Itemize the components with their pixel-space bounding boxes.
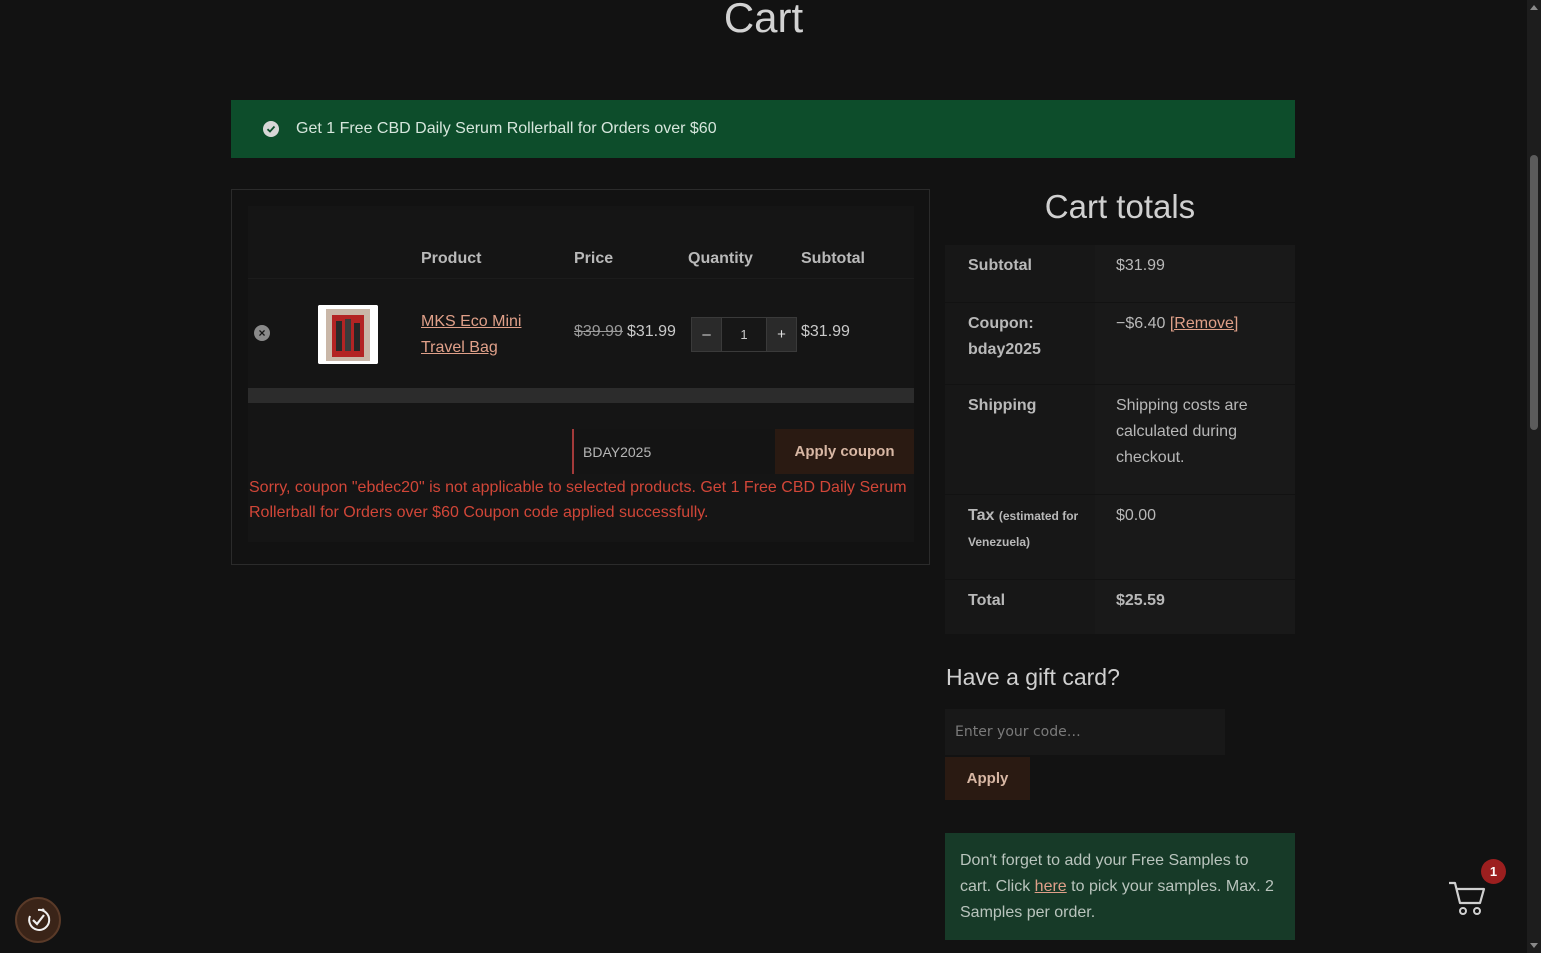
scroll-up-icon[interactable]	[1530, 5, 1538, 10]
total-label: Total	[945, 580, 1095, 634]
remove-coupon-link[interactable]: [Remove]	[1170, 315, 1238, 332]
total-value: $25.59	[1095, 580, 1295, 634]
coupon-discount: −$6.40	[1116, 315, 1166, 332]
subtotal-value: $31.99	[1095, 245, 1295, 302]
page-scrollbar[interactable]	[1527, 0, 1541, 953]
cart-totals-table: Subtotal $31.99 Coupon: bday2025 −$6.40 …	[945, 245, 1295, 635]
header-price: Price	[574, 250, 614, 267]
item-subtotal: $31.99	[801, 323, 850, 340]
scroll-down-icon[interactable]	[1530, 943, 1538, 948]
accessibility-icon[interactable]	[15, 897, 61, 943]
gift-card-input[interactable]	[945, 709, 1225, 755]
quantity-decrease-button[interactable]: –	[691, 317, 722, 352]
tax-value: $0.00	[1095, 495, 1295, 579]
product-thumbnail[interactable]	[318, 305, 378, 364]
quantity-input[interactable]: 1	[722, 317, 766, 352]
cart-table-container: Product Price Quantity Subtotal × MKS Ec…	[231, 189, 930, 565]
shipping-value: Shipping costs are calculated during che…	[1095, 385, 1295, 494]
quantity-increase-button[interactable]: +	[766, 317, 797, 352]
header-divider	[248, 278, 914, 279]
gift-card-apply-button[interactable]: Apply	[945, 757, 1030, 800]
header-product: Product	[421, 250, 482, 267]
divider-bar	[248, 388, 914, 403]
header-quantity: Quantity	[688, 250, 753, 267]
cart-table: Product Price Quantity Subtotal × MKS Ec…	[248, 206, 914, 542]
remove-item-icon[interactable]: ×	[254, 325, 270, 341]
quantity-stepper: – 1 +	[691, 317, 797, 352]
notice-text: Get 1 Free CBD Daily Serum Rollerball fo…	[296, 120, 717, 137]
header-subtotal: Subtotal	[801, 250, 865, 267]
coupon-value-cell: −$6.40 [Remove]	[1095, 303, 1295, 384]
gift-card-title: Have a gift card?	[946, 664, 1120, 690]
free-samples-notice: Don't forget to add your Free Samples to…	[945, 833, 1295, 940]
coupon-input[interactable]	[572, 429, 775, 474]
samples-here-link[interactable]: here	[1035, 878, 1067, 895]
page-title: Cart	[723, 0, 804, 41]
apply-coupon-button[interactable]: Apply coupon	[775, 429, 914, 474]
coupon-label: Coupon: bday2025	[945, 303, 1095, 384]
cart-totals-title: Cart totals	[1044, 188, 1196, 225]
check-circle-icon	[263, 121, 279, 137]
free-gift-notice: Get 1 Free CBD Daily Serum Rollerball fo…	[231, 100, 1295, 158]
tax-label: Tax	[968, 507, 995, 524]
scroll-thumb[interactable]	[1530, 155, 1538, 430]
cart-count-badge: 1	[1481, 859, 1506, 884]
price-original: $39.99	[574, 323, 623, 340]
floating-cart-icon[interactable]	[1447, 877, 1487, 917]
product-name-link[interactable]: MKS Eco Mini Travel Bag	[421, 309, 551, 361]
item-price: $39.99 $31.99	[574, 323, 676, 341]
tax-label-cell: Tax (estimated for Venezuela)	[945, 495, 1095, 579]
coupon-error-message: Sorry, coupon "ebdec20" is not applicabl…	[249, 479, 907, 521]
shipping-label: Shipping	[945, 385, 1095, 494]
subtotal-label: Subtotal	[945, 245, 1095, 302]
price-sale: $31.99	[626, 323, 676, 340]
